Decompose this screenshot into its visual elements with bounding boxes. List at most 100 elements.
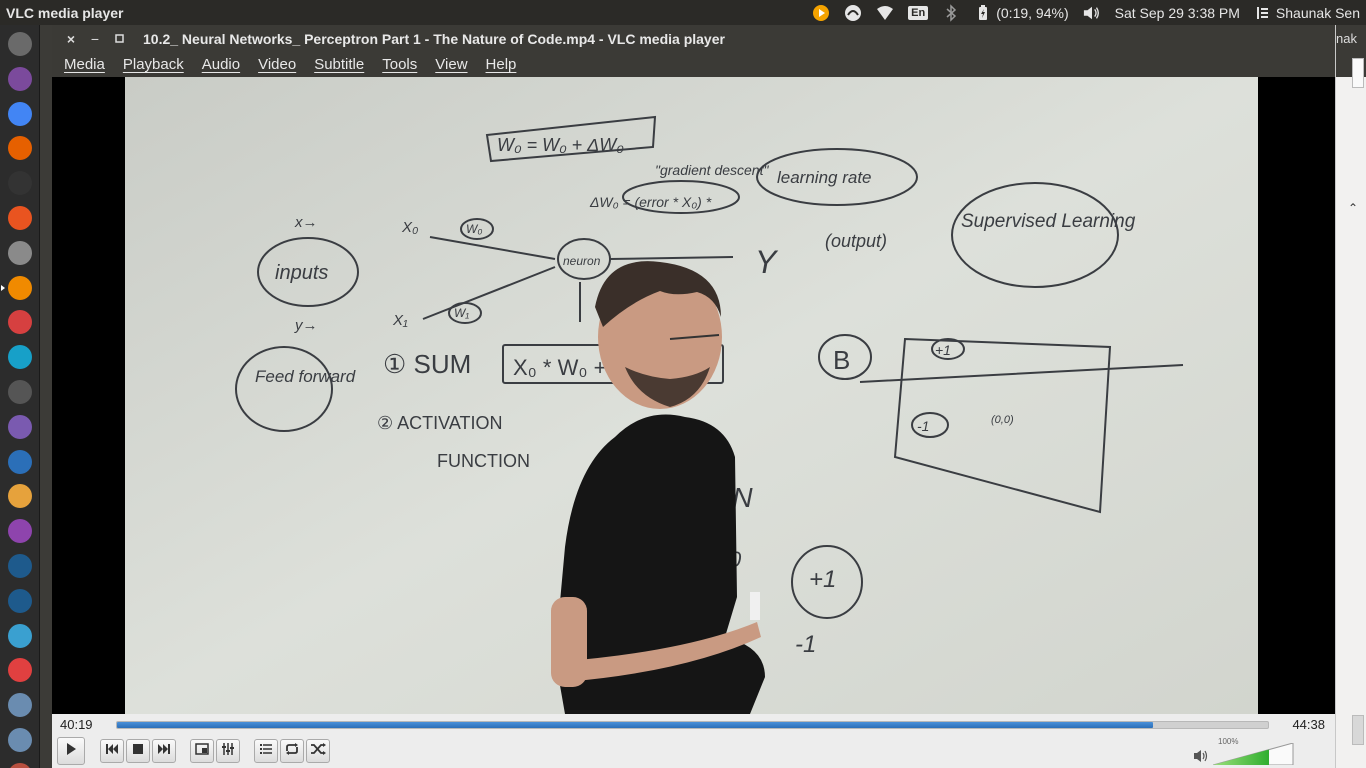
vlc-icon[interactable] xyxy=(1,275,32,300)
disk-icon[interactable] xyxy=(8,380,32,404)
minimize-button[interactable]: − xyxy=(83,25,107,52)
stop-icon xyxy=(132,742,144,760)
pycharm-icon[interactable] xyxy=(8,554,32,578)
calculator-icon[interactable] xyxy=(8,623,32,648)
wb-gradient-descent: "gradient descent" xyxy=(655,162,769,178)
title-bar[interactable]: × − 10.2_ Neural Networks_ Perceptron Pa… xyxy=(52,25,1335,52)
battery-indicator[interactable]: (0:19, 94%) xyxy=(974,4,1069,22)
close-button[interactable]: × xyxy=(59,25,83,52)
menu-audio[interactable]: Audio xyxy=(193,56,249,73)
vlc-window: × − 10.2_ Neural Networks_ Perceptron Pa… xyxy=(52,25,1335,768)
menu-video[interactable]: Video xyxy=(249,56,305,73)
wifi-icon[interactable] xyxy=(876,4,894,22)
extended-settings-icon xyxy=(221,742,235,760)
next-icon xyxy=(157,742,171,760)
scrollbar-arrow-up[interactable] xyxy=(1352,58,1364,88)
wb-w0: W₀ xyxy=(466,222,482,236)
maximize-button[interactable] xyxy=(107,25,131,52)
firefox-icon[interactable] xyxy=(8,136,32,161)
r-icon[interactable] xyxy=(8,449,32,474)
files-icon[interactable] xyxy=(8,66,32,91)
usb-icon-2[interactable] xyxy=(8,728,32,752)
fullscreen-button[interactable] xyxy=(190,739,214,763)
webstorm-icon[interactable] xyxy=(8,345,32,370)
wb-x-arrow: x→ xyxy=(294,214,318,231)
loop-icon xyxy=(284,742,300,760)
menu-help[interactable]: Help xyxy=(477,56,526,73)
wb-learning-rate: learning rate xyxy=(777,168,872,187)
app-red-icon[interactable] xyxy=(8,310,32,335)
menu-media[interactable]: Media xyxy=(52,56,114,73)
wb-minus-one: -1 xyxy=(917,418,929,434)
playlist-icon xyxy=(259,742,273,760)
volume-slider[interactable] xyxy=(1213,743,1295,765)
wb-function: FUNCTION xyxy=(437,451,530,471)
usb-icon[interactable] xyxy=(8,693,32,718)
scrollbar-thumb[interactable] xyxy=(1352,715,1364,745)
wb-formula-top: W₀ = W₀ + ΔW₀ xyxy=(497,135,624,155)
keyboard-layout[interactable]: En xyxy=(908,5,929,20)
menu-playback[interactable]: Playback xyxy=(114,56,193,73)
wb-feed-forward: Feed forward xyxy=(255,367,356,386)
chevron-up-icon[interactable]: ⌃ xyxy=(1348,201,1358,215)
launcher xyxy=(0,25,40,768)
bluetooth-icon[interactable] xyxy=(942,3,960,22)
app-title: VLC media player xyxy=(6,4,124,21)
sync-icon[interactable] xyxy=(844,4,862,22)
wb-supervised: Supervised Learning xyxy=(961,211,1136,232)
wb-x0: X₀ xyxy=(401,219,418,236)
controls-row: 100% xyxy=(52,736,1335,768)
atom-icon[interactable] xyxy=(8,414,32,439)
total-time: 44:38 xyxy=(1292,717,1325,732)
seek-row: 40:19 44:38 xyxy=(52,714,1335,736)
settings-icon[interactable] xyxy=(8,240,32,265)
volume-control[interactable]: 100% xyxy=(1193,737,1313,768)
extended-settings-button[interactable] xyxy=(216,739,240,763)
wb-plus-one: +1 xyxy=(935,342,951,358)
menu-tools[interactable]: Tools xyxy=(373,56,426,73)
menu-bar: Media Playback Audio Video Subtitle Tool… xyxy=(52,52,1335,77)
next-button[interactable] xyxy=(152,739,176,763)
battery-text: (0:19, 94%) xyxy=(996,4,1069,21)
video-frame: W₀ = W₀ + ΔW₀ "gradient descent" ΔW₀ = (… xyxy=(125,77,1258,714)
menu-view[interactable]: View xyxy=(426,56,476,73)
background-window-title: nak xyxy=(1336,25,1366,52)
wb-x1: X₁ xyxy=(392,312,408,329)
wb-neuron: neuron xyxy=(563,254,601,268)
indicator-area: En (0:19, 94%) Sat Sep 29 3:38 PM Shauna… xyxy=(812,0,1360,25)
play-button[interactable] xyxy=(57,737,85,765)
software-center-icon[interactable] xyxy=(8,206,32,230)
document-viewer-icon[interactable] xyxy=(8,519,32,544)
speaker-icon[interactable] xyxy=(1193,749,1209,768)
wb-minus-one-b: -1 xyxy=(795,631,816,658)
playlist-button[interactable] xyxy=(254,739,278,763)
video-area[interactable]: W₀ = W₀ + ΔW₀ "gradient descent" ΔW₀ = (… xyxy=(52,77,1335,714)
chrome-icon[interactable] xyxy=(8,101,32,126)
menu-subtitle[interactable]: Subtitle xyxy=(305,56,373,73)
wb-output: (output) xyxy=(825,231,887,251)
datetime[interactable]: Sat Sep 29 3:38 PM xyxy=(1115,5,1240,21)
dash-icon[interactable] xyxy=(8,32,32,56)
wb-w1: W₁ xyxy=(454,306,469,320)
session-icon xyxy=(1254,4,1272,22)
wb-inputs: inputs xyxy=(275,262,328,284)
trash-icon[interactable] xyxy=(8,762,32,768)
background-window[interactable]: nak ⌃ xyxy=(1335,25,1366,768)
previous-button[interactable] xyxy=(100,739,124,763)
weather-icon[interactable] xyxy=(8,484,32,509)
seek-bar[interactable] xyxy=(116,721,1269,729)
stop-button[interactable] xyxy=(126,739,150,763)
play-icon xyxy=(64,742,78,761)
volume-icon[interactable] xyxy=(1083,4,1101,22)
terminal-icon[interactable] xyxy=(8,171,32,196)
shuffle-button[interactable] xyxy=(306,739,330,763)
chart-app-icon[interactable] xyxy=(8,658,32,683)
battery-icon xyxy=(974,4,992,22)
wb-y-arrow: y→ xyxy=(294,317,318,334)
wb-sum: ① SUM xyxy=(383,349,471,379)
vlc-tray-icon[interactable] xyxy=(812,4,830,22)
pycharm-edu-icon[interactable] xyxy=(8,588,32,613)
session-menu[interactable]: Shaunak Sen xyxy=(1254,4,1360,22)
loop-button[interactable] xyxy=(280,739,304,763)
top-panel: VLC media player En (0:19, 94%) Sat Sep … xyxy=(0,0,1366,25)
